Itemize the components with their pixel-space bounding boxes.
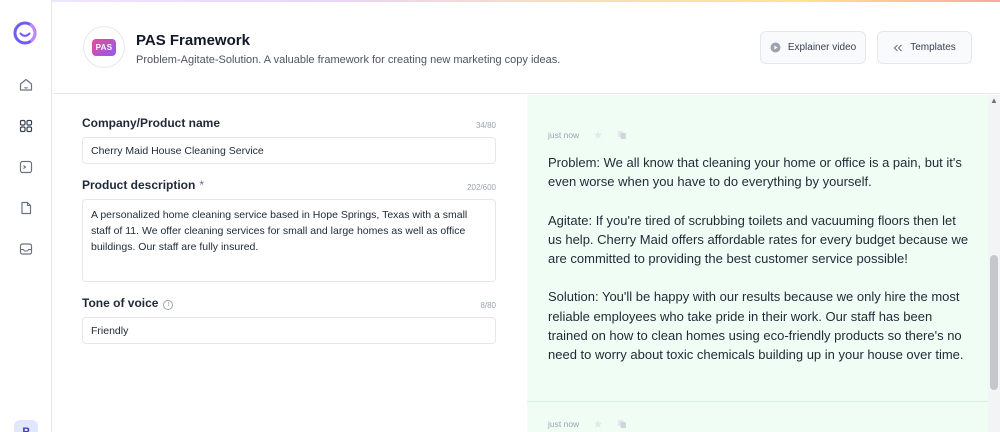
home-icon[interactable]: [18, 77, 34, 93]
output-panel: just now Problem: We all know that clean…: [527, 95, 988, 432]
explainer-video-label: Explainer video: [787, 42, 857, 53]
result-meta-2: just now: [548, 419, 627, 429]
templates-label: Templates: [910, 42, 956, 53]
result-timestamp: just now: [548, 130, 580, 140]
scroll-thumb[interactable]: [990, 255, 998, 390]
required-mark: *: [199, 178, 205, 192]
info-icon[interactable]: i: [163, 300, 174, 310]
result-meta: just now: [548, 130, 627, 140]
result-timestamp-2: just now: [548, 419, 580, 429]
templates-button[interactable]: Templates: [877, 31, 972, 64]
tone-of-voice-counter: 8/80: [480, 301, 496, 310]
input-form: Company/Product name 34/80 Cherry Maid H…: [53, 95, 527, 432]
result-solution: Solution: You'll be happy with our resul…: [548, 289, 964, 363]
inbox-icon[interactable]: [18, 241, 34, 257]
page-header: PAS PAS Framework Problem-Agitate-Soluti…: [53, 2, 1000, 94]
product-description-label: Product description *: [82, 178, 205, 192]
product-description-counter: 202/600: [467, 183, 496, 192]
page-subtitle: Problem-Agitate-Solution. A valuable fra…: [136, 54, 561, 66]
terminal-icon[interactable]: [18, 159, 34, 175]
result-divider: [527, 401, 988, 402]
avatar[interactable]: P: [14, 420, 38, 432]
copy-icon[interactable]: [617, 130, 627, 140]
star-icon[interactable]: [593, 419, 603, 429]
scroll-up-icon[interactable]: ▲: [990, 97, 998, 105]
company-name-label: Company/Product name: [82, 116, 221, 130]
company-name-counter: 34/80: [475, 121, 496, 130]
result-text[interactable]: Problem: We all know that cleaning your …: [548, 153, 973, 384]
star-icon[interactable]: [593, 130, 603, 140]
product-description-textarea[interactable]: A personalized home cleaning service bas…: [82, 199, 496, 282]
template-icon: PAS: [83, 26, 125, 68]
result-agitate: Agitate: If you're tired of scrubbing to…: [548, 212, 969, 267]
tone-of-voice-label: Tone of voice i: [82, 296, 174, 310]
copy-icon[interactable]: [617, 419, 627, 429]
grid-icon[interactable]: [18, 118, 34, 134]
document-icon[interactable]: [18, 200, 34, 216]
sidebar: P: [0, 0, 52, 432]
chevrons-left-icon: [893, 44, 903, 51]
jasper-logo-icon[interactable]: [12, 20, 38, 46]
output-scrollbar[interactable]: ▲: [988, 95, 1000, 432]
tone-of-voice-input[interactable]: Friendly: [82, 317, 496, 344]
explainer-video-button[interactable]: Explainer video: [760, 31, 866, 64]
page-title: PAS Framework: [136, 32, 250, 49]
play-icon: [770, 42, 781, 53]
company-name-input[interactable]: Cherry Maid House Cleaning Service: [82, 137, 496, 164]
pas-badge: PAS: [92, 38, 116, 56]
result-problem: Problem: We all know that cleaning your …: [548, 155, 962, 190]
